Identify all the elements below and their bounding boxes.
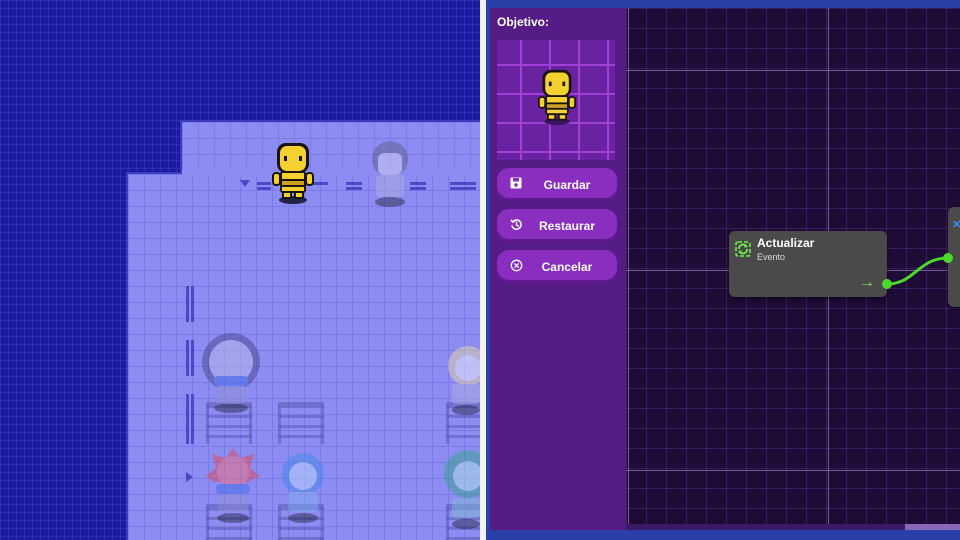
output-port[interactable] xyxy=(882,279,892,289)
node-title: Actualizar xyxy=(757,236,815,250)
refresh-icon xyxy=(735,241,751,257)
arrow-right-icon: → xyxy=(859,274,875,291)
blue-x-icon: ✕ xyxy=(952,219,960,231)
input-port[interactable] xyxy=(943,253,953,263)
node-subtitle: Evento xyxy=(757,252,786,262)
event-node-actualizar[interactable]: Actualizar Evento → xyxy=(729,231,887,297)
